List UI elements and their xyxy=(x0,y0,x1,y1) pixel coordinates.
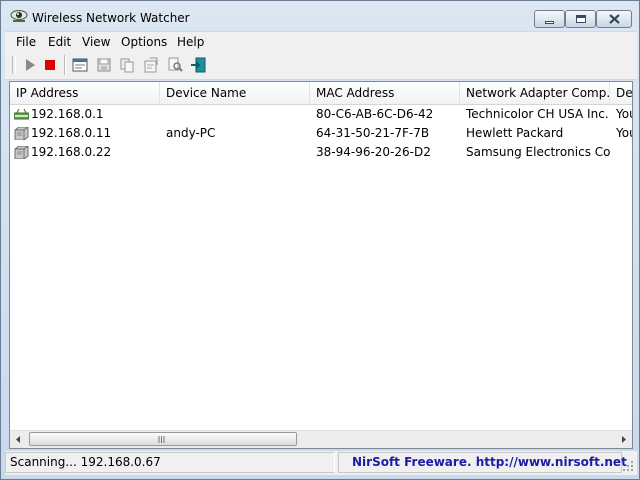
properties-icon[interactable] xyxy=(71,56,89,74)
close-button[interactable] xyxy=(596,10,632,28)
device-name-cell: andy-PC xyxy=(166,126,216,140)
column-ip-address[interactable]: IP Address xyxy=(10,82,160,104)
mac-cell: 80-C6-AB-6C-D6-42 xyxy=(316,107,434,121)
list-header: IP Address Device Name MAC Address Netwo… xyxy=(10,82,632,105)
scrollbar-grip-icon xyxy=(158,436,165,443)
ip-value: 192.168.0.11 xyxy=(31,126,112,140)
ip-cell: 192.168.0.11 xyxy=(14,124,160,143)
menu-options[interactable]: Options xyxy=(117,33,171,51)
table-row[interactable]: 192.168.0.11 andy-PC 64-31-50-21-7F-7B H… xyxy=(10,124,632,143)
menu-edit[interactable]: Edit xyxy=(44,33,75,51)
scroll-left-icon[interactable] xyxy=(10,431,27,448)
ip-cell: 192.168.0.1 xyxy=(14,105,160,124)
column-device-name[interactable]: Device Name xyxy=(160,82,310,104)
ip-value: 192.168.0.22 xyxy=(31,145,112,159)
menu-help[interactable]: Help xyxy=(173,33,208,51)
window-title: Wireless Network Watcher xyxy=(32,11,190,25)
toolbar-grip[interactable] xyxy=(12,56,16,74)
resize-grip-icon[interactable] xyxy=(622,460,634,472)
router-icon xyxy=(14,108,29,120)
column-mac-address[interactable]: MAC Address xyxy=(310,82,460,104)
vendor-cell: Technicolor CH USA Inc. xyxy=(466,107,609,121)
report-icon[interactable] xyxy=(142,56,160,74)
vendor-cell: Samsung Electronics Co... xyxy=(466,145,610,159)
computer-icon xyxy=(14,146,29,159)
device-list[interactable]: IP Address Device Name MAC Address Netwo… xyxy=(9,81,633,449)
horizontal-scrollbar[interactable] xyxy=(10,430,632,448)
status-bar: Scanning... 192.168.0.67 NirSoft Freewar… xyxy=(5,451,637,475)
save-icon[interactable] xyxy=(95,56,113,74)
title-bar[interactable]: Wireless Network Watcher xyxy=(1,1,639,31)
device-info-cell: You xyxy=(616,107,632,121)
start-icon[interactable] xyxy=(21,56,39,74)
mac-cell: 64-31-50-21-7F-7B xyxy=(316,126,430,140)
exit-icon[interactable] xyxy=(190,56,208,74)
maximize-button[interactable] xyxy=(565,10,596,28)
computer-icon xyxy=(14,127,29,140)
close-icon xyxy=(609,14,620,24)
scrollbar-thumb[interactable] xyxy=(29,432,297,446)
device-info-cell xyxy=(616,143,632,162)
vendor-cell: Hewlett Packard xyxy=(466,126,564,140)
toolbar-separator xyxy=(64,55,66,75)
app-eye-icon xyxy=(10,10,28,22)
menu-bar: File Edit View Options Help xyxy=(5,31,637,52)
device-name-cell xyxy=(166,143,310,162)
app-window: Wireless Network Watcher File Edit View … xyxy=(0,0,640,480)
scan-status: Scanning... 192.168.0.67 xyxy=(5,452,335,473)
search-icon[interactable] xyxy=(166,56,184,74)
ip-cell: 192.168.0.22 xyxy=(14,143,160,162)
ip-value: 192.168.0.1 xyxy=(31,107,104,121)
menu-view[interactable]: View xyxy=(78,33,114,51)
menu-file[interactable]: File xyxy=(12,33,40,51)
column-device-extra[interactable]: Dev xyxy=(610,82,632,104)
device-name-cell xyxy=(166,105,310,124)
mac-cell: 38-94-96-20-26-D2 xyxy=(316,145,431,159)
copy-icon[interactable] xyxy=(118,56,136,74)
scroll-right-icon[interactable] xyxy=(615,431,632,448)
table-row[interactable]: 192.168.0.1 80-C6-AB-6C-D6-42 Technicolo… xyxy=(10,105,632,124)
toolbar xyxy=(5,51,637,80)
column-adapter-company[interactable]: Network Adapter Comp... xyxy=(460,82,610,104)
table-row[interactable]: 192.168.0.22 38-94-96-20-26-D2 Samsung E… xyxy=(10,143,632,162)
minimize-button[interactable] xyxy=(534,10,565,28)
stop-icon[interactable] xyxy=(41,56,59,74)
nirsoft-link[interactable]: NirSoft Freeware. http://www.nirsoft.net xyxy=(338,452,627,473)
device-info-cell: You xyxy=(616,126,632,140)
